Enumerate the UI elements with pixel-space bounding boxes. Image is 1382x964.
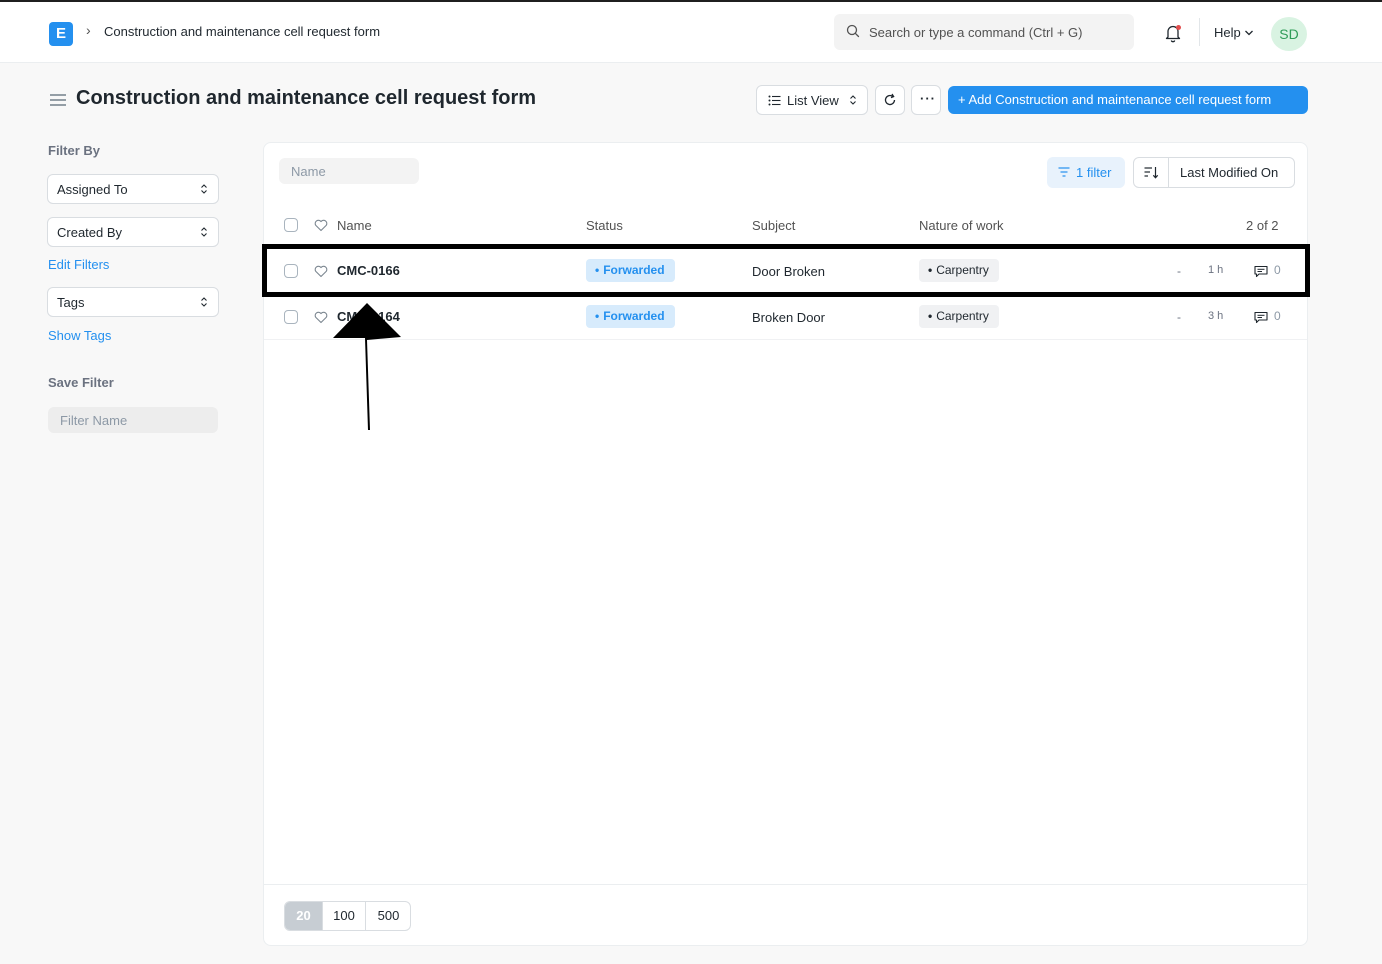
nature-of-work-tag[interactable]: • Carpentry [919, 259, 999, 282]
table-row[interactable]: CMC-0166 • Forwarded Door Broken • Carpent… [264, 248, 1307, 294]
table-row[interactable]: CMC-0164 • Forwarded Broken Door • Carpent… [264, 294, 1307, 340]
page-size-100-button[interactable]: 100 [322, 902, 365, 930]
column-header-status[interactable]: Status [586, 218, 623, 233]
name-filter-input[interactable]: Name [279, 158, 419, 184]
column-header-subject[interactable]: Subject [752, 218, 795, 233]
chevron-right-icon: › [86, 22, 91, 38]
nature-of-work-label: Carpentry [936, 309, 989, 323]
refresh-icon [884, 93, 896, 106]
navbar-divider [1199, 18, 1200, 46]
page-size-20-button[interactable]: 20 [285, 902, 322, 930]
comment-icon [1254, 265, 1268, 278]
assigned-to-label: Assigned To [57, 182, 128, 197]
column-header-nature-of-work[interactable]: Nature of work [919, 218, 1004, 233]
breadcrumb[interactable]: Construction and maintenance cell reques… [104, 24, 380, 39]
up-down-icon [201, 227, 207, 237]
save-filter-heading: Save Filter [48, 375, 114, 390]
subject-cell: Door Broken [752, 264, 825, 279]
status-badge[interactable]: • Forwarded [586, 305, 675, 328]
comment-count: 0 [1274, 263, 1281, 277]
comment-count: 0 [1274, 309, 1281, 323]
footer-divider [264, 884, 1307, 885]
list-panel: Name 1 filter Last Modified On Name Stat… [263, 142, 1308, 946]
nature-of-work-tag[interactable]: • Carpentry [919, 305, 999, 328]
sort-control[interactable]: Last Modified On [1133, 157, 1295, 188]
help-menu[interactable]: Help [1214, 25, 1241, 40]
filter-button[interactable]: 1 filter [1047, 157, 1125, 188]
tags-select[interactable]: Tags [47, 287, 219, 317]
app-logo[interactable]: E [49, 22, 73, 46]
filter-name-input[interactable]: Filter Name [48, 407, 218, 433]
list-header-row: Name Status Subject Nature of work 2 of … [264, 203, 1307, 247]
refresh-button[interactable] [875, 85, 905, 115]
nature-of-work-label: Carpentry [936, 263, 989, 277]
modified-time: 3 h [1208, 310, 1224, 322]
filter-name-placeholder: Filter Name [60, 413, 128, 428]
status-badge-label: Forwarded [603, 309, 665, 323]
notification-dot [1176, 25, 1181, 30]
list-icon [768, 95, 781, 106]
edit-filters-link[interactable]: Edit Filters [48, 257, 109, 272]
avatar[interactable]: SD [1271, 17, 1307, 51]
search-input[interactable]: Search or type a command (Ctrl + G) [834, 14, 1134, 50]
chevron-down-icon [1245, 30, 1253, 36]
row-checkbox[interactable] [284, 264, 298, 278]
up-down-icon [850, 95, 856, 105]
sort-divider [1168, 158, 1169, 187]
heart-icon[interactable] [314, 265, 328, 278]
page-size-selector: 20 100 500 [284, 901, 411, 931]
up-down-icon [201, 184, 207, 194]
up-down-icon [201, 297, 207, 307]
record-count: 2 of 2 [1246, 218, 1279, 233]
filter-by-heading: Filter By [48, 143, 101, 158]
subject-cell: Broken Door [752, 310, 825, 325]
show-tags-link[interactable]: Show Tags [48, 328, 111, 343]
select-all-checkbox[interactable] [284, 218, 298, 232]
add-new-label: + Add Construction and maintenance cell … [958, 92, 1272, 107]
record-name-link[interactable]: CMC-0164 [337, 309, 400, 324]
status-badge[interactable]: • Forwarded [586, 259, 675, 282]
filter-icon [1058, 167, 1070, 177]
assignee-cell: - [1177, 310, 1181, 324]
more-actions-button[interactable]: ··· [911, 85, 941, 115]
name-filter-placeholder: Name [291, 164, 326, 179]
heart-icon[interactable] [314, 311, 328, 324]
more-dots-icon: ··· [920, 91, 936, 106]
list-view-button[interactable]: List View [756, 85, 868, 115]
created-by-select[interactable]: Created By [47, 217, 219, 247]
row-checkbox[interactable] [284, 310, 298, 324]
page-title: Construction and maintenance cell reques… [76, 87, 537, 109]
status-badge-label: Forwarded [603, 263, 665, 277]
add-new-button[interactable]: + Add Construction and maintenance cell … [948, 86, 1308, 114]
list-view-label: List View [787, 93, 839, 108]
page-size-500-button[interactable]: 500 [365, 902, 410, 930]
comment-icon [1254, 311, 1268, 324]
assignee-cell: - [1177, 264, 1181, 278]
column-header-name[interactable]: Name [337, 218, 372, 233]
heart-icon[interactable] [314, 219, 328, 232]
search-icon [846, 24, 860, 38]
created-by-label: Created By [57, 225, 123, 240]
filter-label: 1 filter [1076, 165, 1112, 180]
modified-time: 1 h [1208, 264, 1224, 276]
search-placeholder: Search or type a command (Ctrl + G) [869, 25, 1083, 40]
assigned-to-select[interactable]: Assigned To [47, 174, 219, 204]
sort-order-icon[interactable] [1144, 166, 1159, 179]
tags-label: Tags [57, 295, 85, 310]
sidebar-toggle-icon[interactable] [49, 93, 67, 107]
record-name-link[interactable]: CMC-0166 [337, 263, 400, 278]
sort-field-label[interactable]: Last Modified On [1180, 165, 1278, 180]
top-navbar: E › Construction and maintenance cell re… [0, 0, 1382, 63]
